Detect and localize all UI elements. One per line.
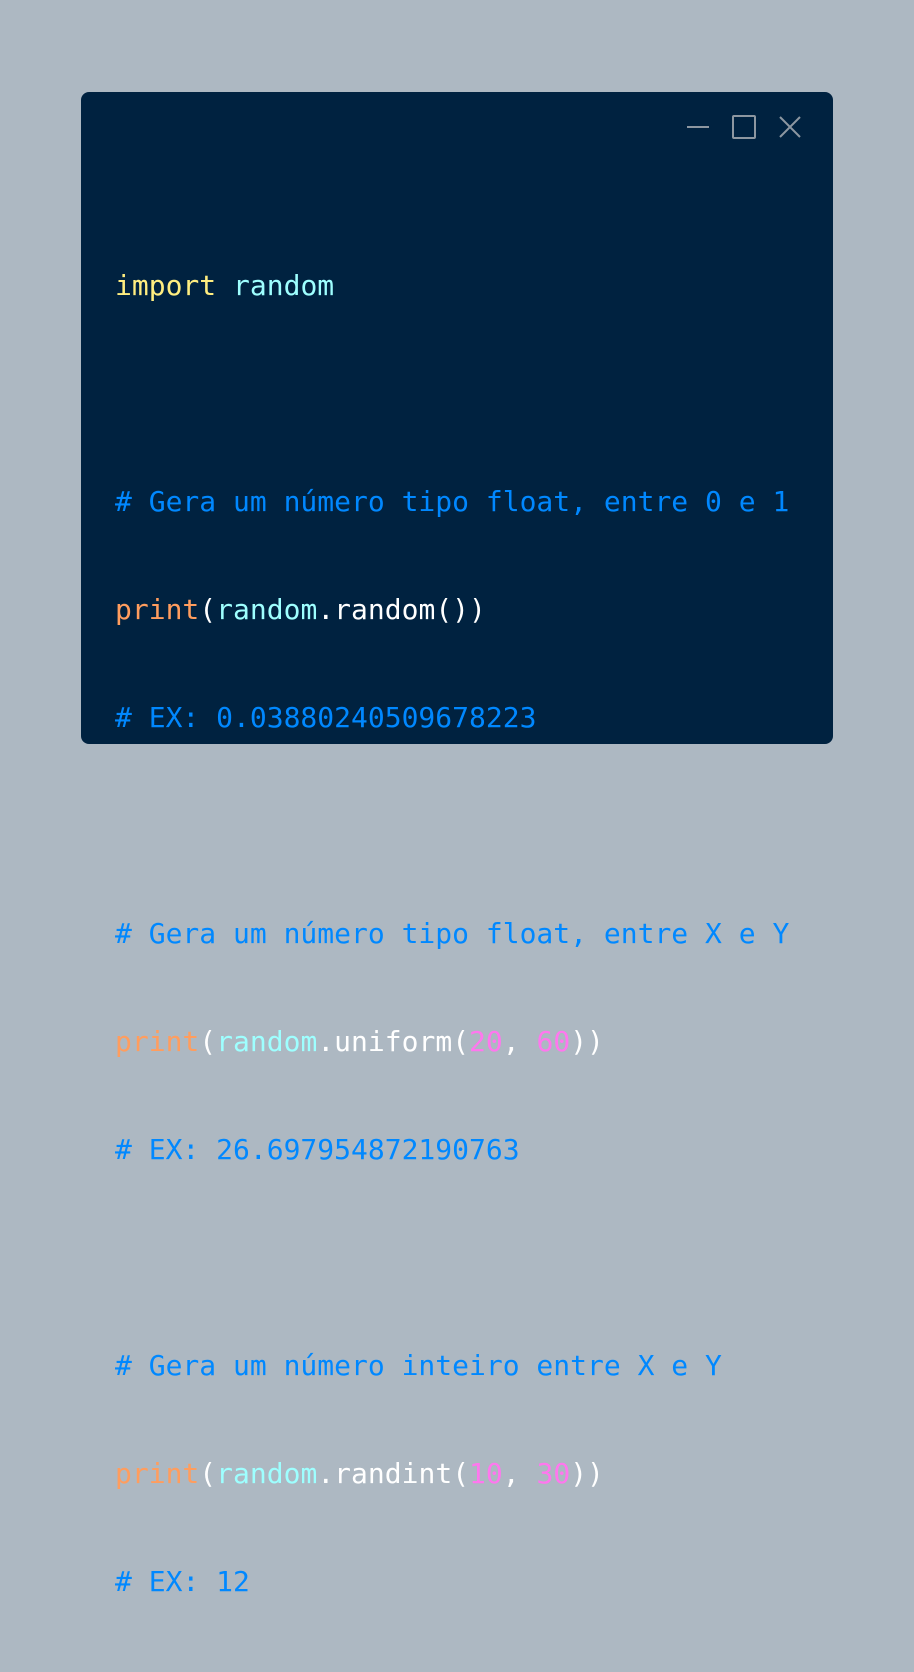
code-line-example: # EX: 0.03880240509678223 <box>115 700 789 736</box>
number-arg: 30 <box>536 1457 571 1490</box>
module-name: random <box>216 593 318 626</box>
print-function: print <box>115 1025 200 1058</box>
punctuation: ( <box>452 1025 470 1058</box>
close-icon[interactable] <box>777 114 803 140</box>
code-line-example: # EX: 12 <box>115 1564 789 1600</box>
example-comment: # EX: 26.697954872190763 <box>115 1133 520 1166</box>
comment-text: # Gera um número tipo float, entre 0 e 1 <box>115 485 790 518</box>
example-comment: # EX: 0.03880240509678223 <box>115 701 537 734</box>
punctuation: . <box>317 1025 335 1058</box>
code-line-comment: # Gera um número tipo float, entre X e Y <box>115 916 789 952</box>
example-comment: # EX: 12 <box>115 1565 250 1598</box>
code-block: import random # Gera um número tipo floa… <box>115 196 789 1672</box>
punctuation: ( <box>199 1457 217 1490</box>
code-line-comment: # Gera um número inteiro entre X e Y <box>115 1348 789 1384</box>
module-name: random <box>216 1457 318 1490</box>
punctuation: . <box>317 1457 335 1490</box>
print-function: print <box>115 1457 200 1490</box>
code-line-comment: # Gera um número tipo float, entre 0 e 1 <box>115 484 789 520</box>
import-keyword: import <box>115 269 217 302</box>
punctuation: )) <box>570 1025 604 1058</box>
method-name: randint <box>334 1457 453 1490</box>
comment-text: # Gera um número tipo float, entre X e Y <box>115 917 790 950</box>
method-name: uniform <box>334 1025 453 1058</box>
code-line-print: print(random.uniform(20, 60)) <box>115 1024 789 1060</box>
comment-text: # Gera um número inteiro entre X e Y <box>115 1349 722 1382</box>
code-window: import random # Gera um número tipo floa… <box>81 92 833 1598</box>
punctuation: . <box>317 593 335 626</box>
punctuation: ( <box>452 1457 470 1490</box>
code-line-example: # EX: 26.697954872190763 <box>115 1132 789 1168</box>
punctuation: ( <box>199 1025 217 1058</box>
punctuation: ( <box>199 593 217 626</box>
window-controls <box>685 114 803 140</box>
module-name: random <box>233 269 335 302</box>
punctuation: ()) <box>435 593 486 626</box>
code-line-print: print(random.randint(10, 30)) <box>115 1456 789 1492</box>
maximize-icon[interactable] <box>731 114 757 140</box>
punctuation: , <box>502 1025 537 1058</box>
code-line-print: print(random.random()) <box>115 592 789 628</box>
method-name: random <box>334 593 436 626</box>
punctuation: , <box>502 1457 537 1490</box>
module-name: random <box>216 1025 318 1058</box>
number-arg: 10 <box>469 1457 503 1490</box>
punctuation: )) <box>570 1457 604 1490</box>
print-function: print <box>115 593 200 626</box>
number-arg: 60 <box>536 1025 571 1058</box>
minimize-icon[interactable] <box>685 114 711 140</box>
code-line-import: import random <box>115 268 789 304</box>
number-arg: 20 <box>469 1025 503 1058</box>
